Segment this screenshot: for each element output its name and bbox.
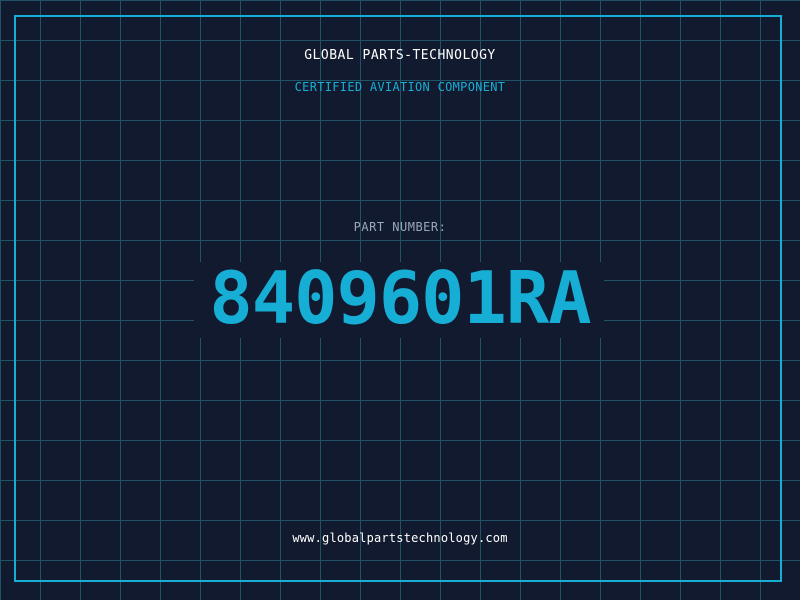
part-number-label: PART NUMBER:	[353, 220, 447, 234]
certificate-page: GLOBAL PARTS-TECHNOLOGY CERTIFIED AVIATI…	[0, 0, 800, 600]
website-url: www.globalpartstechnology.com	[292, 531, 508, 545]
part-number-value: 8409601RA	[209, 256, 591, 340]
company-name: GLOBAL PARTS-TECHNOLOGY	[304, 48, 496, 63]
certification-subtitle: CERTIFIED AVIATION COMPONENT	[294, 80, 506, 94]
